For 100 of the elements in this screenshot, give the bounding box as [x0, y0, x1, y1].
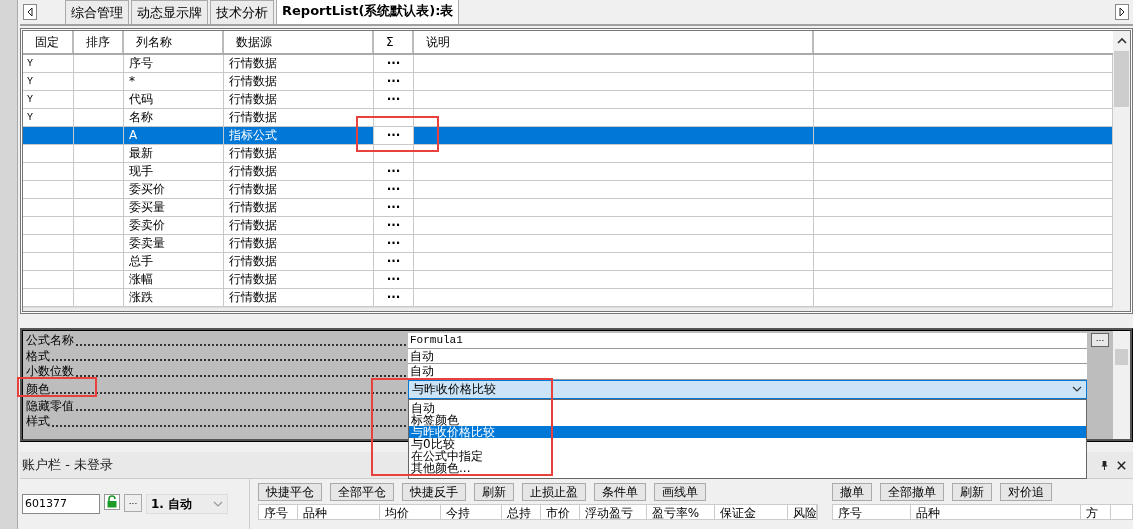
- column-header[interactable]: 排序: [74, 31, 124, 53]
- table-cell: Y: [27, 94, 33, 105]
- property-label: 样式: [26, 413, 50, 431]
- order-button[interactable]: 快捷平仓: [258, 483, 322, 501]
- order-button[interactable]: 撤单: [832, 483, 872, 501]
- dropdown-option[interactable]: 与0比较: [409, 437, 1086, 450]
- dropdown-option[interactable]: 自动: [409, 401, 1086, 414]
- column-header[interactable]: 均价: [380, 505, 442, 519]
- order-button[interactable]: 条件单: [594, 483, 646, 501]
- column-header[interactable]: 列名称: [124, 31, 224, 53]
- table-row[interactable]: 最新 行情数据: [23, 145, 1113, 163]
- column-header[interactable]: 今持: [441, 505, 502, 519]
- tab[interactable]: 动态显示牌: [131, 0, 208, 24]
- close-icon[interactable]: [1116, 459, 1127, 471]
- column-header[interactable]: 总持: [501, 505, 541, 519]
- vertical-scrollbar[interactable]: [1113, 31, 1130, 311]
- sum-button[interactable]: ···: [386, 182, 401, 196]
- property-label: 格式: [26, 347, 50, 365]
- table-cell: 涨跌: [129, 290, 153, 304]
- table-row[interactable]: 委卖量 行情数据 ···: [23, 235, 1113, 253]
- column-header[interactable]: 浮动盈亏: [580, 505, 647, 519]
- order-button[interactable]: 对价追: [1000, 483, 1052, 501]
- dropdown-option[interactable]: 标签颜色: [409, 413, 1086, 426]
- sum-button[interactable]: ···: [386, 236, 401, 250]
- table-row[interactable]: Y 代码 行情数据 ···: [23, 91, 1113, 109]
- column-header[interactable]: 品种: [298, 505, 381, 519]
- dropdown-option[interactable]: 与昨收价格比较: [409, 425, 1086, 438]
- horizontal-scrollbar[interactable]: [23, 307, 1113, 311]
- column-header[interactable]: 市价: [540, 505, 581, 519]
- sum-button[interactable]: ···: [386, 74, 401, 88]
- table-row[interactable]: 委买量 行情数据 ···: [23, 199, 1113, 217]
- order-button[interactable]: 全部平仓: [330, 483, 394, 501]
- sum-button[interactable]: ···: [386, 200, 401, 214]
- column-header[interactable]: 品种: [911, 505, 1081, 519]
- scroll-up-icon[interactable]: [1116, 37, 1127, 45]
- lock-icon[interactable]: [104, 494, 120, 510]
- order-button[interactable]: 画线单: [654, 483, 706, 501]
- table-cell: 行情数据: [229, 56, 277, 70]
- property-value[interactable]: 自动: [408, 364, 1087, 380]
- column-header[interactable]: 固定: [23, 31, 74, 53]
- scroll-thumb[interactable]: [1114, 51, 1129, 107]
- property-value[interactable]: Formula1: [408, 333, 1087, 349]
- table-row[interactable]: Y * 行情数据 ···: [23, 73, 1113, 91]
- code-field[interactable]: 601377: [22, 494, 100, 514]
- tab[interactable]: 技术分析: [210, 0, 274, 24]
- sum-button[interactable]: ···: [386, 254, 401, 268]
- mode-dropdown[interactable]: 1. 自动: [146, 494, 228, 514]
- column-header[interactable]: 方: [1081, 505, 1111, 519]
- column-header[interactable]: 风险: [787, 505, 817, 519]
- scroll-right-icon[interactable]: [1115, 4, 1129, 20]
- scroll-thumb[interactable]: [1115, 349, 1128, 365]
- table-cell: 涨幅: [129, 272, 153, 286]
- order-button[interactable]: 全部撤单: [880, 483, 944, 501]
- table-row[interactable]: 委卖价 行情数据 ···: [23, 217, 1113, 235]
- table-cell: 行情数据: [229, 164, 277, 178]
- table-cell: 行情数据: [229, 254, 277, 268]
- chevron-down-icon[interactable]: [1072, 386, 1082, 392]
- table-cell: 最新: [129, 146, 153, 160]
- dropdown-option[interactable]: 其他颜色...: [409, 461, 1086, 474]
- order-button[interactable]: 刷新: [952, 483, 992, 501]
- sum-button[interactable]: ···: [386, 290, 401, 304]
- table-cell: Y: [27, 58, 33, 69]
- table-cell: 行情数据: [229, 74, 277, 88]
- order-button[interactable]: 止损止盈: [522, 483, 586, 501]
- table-row[interactable]: 总手 行情数据 ···: [23, 253, 1113, 271]
- sum-button[interactable]: ···: [386, 92, 401, 106]
- table-cell: *: [129, 74, 135, 88]
- column-header[interactable]: 序号: [259, 505, 299, 519]
- column-header[interactable]: 保证金: [715, 505, 788, 519]
- column-header[interactable]: Σ: [374, 31, 414, 53]
- table-cell: 行情数据: [229, 146, 277, 160]
- tab[interactable]: ReportList(系统默认表):表: [276, 0, 460, 24]
- more-button[interactable]: ...: [124, 494, 142, 512]
- table-cell: 代码: [129, 92, 153, 106]
- sum-button[interactable]: ···: [386, 164, 401, 178]
- table-row[interactable]: Y 序号 行情数据 ···: [23, 55, 1113, 73]
- table-row[interactable]: A 指标公式 ···: [23, 127, 1113, 145]
- vertical-scrollbar[interactable]: [1113, 331, 1130, 439]
- column-header[interactable]: 序号: [833, 505, 911, 519]
- table-row[interactable]: 委买价 行情数据 ···: [23, 181, 1113, 199]
- dropdown-option[interactable]: 在公式中指定: [409, 449, 1086, 462]
- tab[interactable]: 综合管理: [65, 0, 129, 24]
- table-cell: 委买量: [129, 200, 165, 214]
- sum-button[interactable]: ···: [386, 272, 401, 286]
- table-row[interactable]: 现手 行情数据 ···: [23, 163, 1113, 181]
- table-cell: Y: [27, 112, 33, 123]
- sum-button[interactable]: ···: [386, 218, 401, 232]
- sum-button[interactable]: ···: [386, 56, 401, 70]
- table-cell: 总手: [129, 254, 153, 268]
- more-button[interactable]: ...: [1091, 333, 1109, 347]
- table-row[interactable]: 涨幅 行情数据 ···: [23, 271, 1113, 289]
- order-button[interactable]: 快捷反手: [402, 483, 466, 501]
- column-header[interactable]: 数据源: [224, 31, 374, 53]
- column-header[interactable]: 说明: [414, 31, 814, 53]
- table-cell: 委卖量: [129, 236, 165, 250]
- scroll-left-icon[interactable]: [23, 4, 37, 20]
- property-label: 颜色: [26, 380, 50, 398]
- order-button[interactable]: 刷新: [474, 483, 514, 501]
- table-cell: 现手: [129, 164, 153, 178]
- column-header[interactable]: 盈亏率%: [646, 505, 716, 519]
